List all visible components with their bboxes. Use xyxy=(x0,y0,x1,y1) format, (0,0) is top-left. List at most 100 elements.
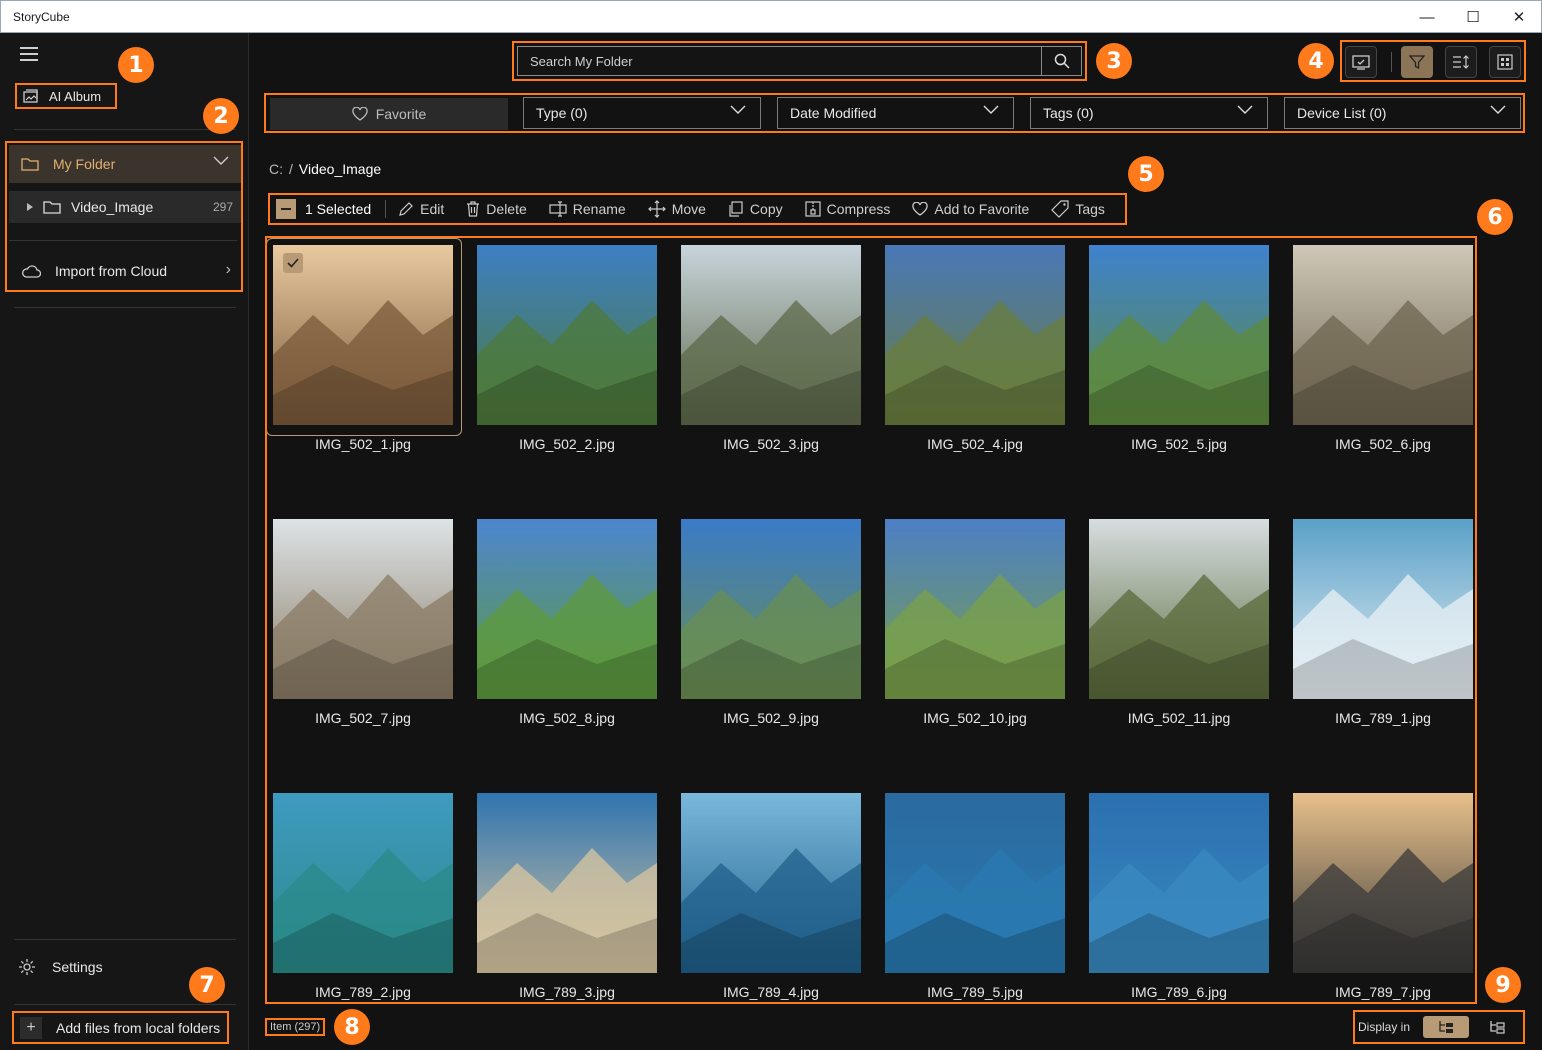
thumbnail-image[interactable] xyxy=(1089,519,1269,699)
chevron-down-icon[interactable] xyxy=(213,156,229,166)
file-thumbnail[interactable]: IMG_502_3.jpg xyxy=(681,245,861,452)
folder-icon xyxy=(21,158,39,171)
thumbnail-image[interactable] xyxy=(885,793,1065,973)
file-thumbnail[interactable]: IMG_789_3.jpg xyxy=(477,793,657,1000)
maximize-button[interactable]: ☐ xyxy=(1450,1,1496,33)
favorite-filter-button[interactable]: Favorite xyxy=(270,98,508,130)
sidebar-divider xyxy=(14,939,236,940)
rename-button[interactable]: Rename xyxy=(549,201,626,217)
file-thumbnail[interactable]: IMG_502_5.jpg xyxy=(1089,245,1269,452)
sidebar-divider xyxy=(14,1004,236,1005)
delete-button[interactable]: Delete xyxy=(466,201,527,217)
select-all-checkbox[interactable] xyxy=(276,199,296,219)
thumbnail-image[interactable] xyxy=(885,245,1065,425)
file-name: IMG_502_5.jpg xyxy=(1131,436,1227,452)
chevron-right-icon: › xyxy=(225,261,231,278)
file-name: IMG_789_2.jpg xyxy=(315,984,411,1000)
thumbnail-image[interactable] xyxy=(273,519,453,699)
display-list-button[interactable] xyxy=(1474,1016,1520,1038)
hamburger-menu-icon[interactable] xyxy=(20,47,38,61)
file-name: IMG_789_3.jpg xyxy=(519,984,615,1000)
compress-button[interactable]: Compress xyxy=(805,201,890,217)
sort-button[interactable] xyxy=(1445,46,1477,78)
expand-arrow-icon[interactable] xyxy=(27,203,33,211)
search-input[interactable] xyxy=(518,53,1038,69)
device-list-dropdown[interactable]: Device List (0) xyxy=(1284,97,1521,129)
file-thumbnail[interactable]: IMG_502_1.jpg xyxy=(267,238,462,452)
chevron-down-icon xyxy=(730,105,746,114)
thumbnail-image[interactable] xyxy=(681,793,861,973)
chevron-down-icon xyxy=(983,105,999,114)
tags-button[interactable]: Tags xyxy=(1051,200,1105,218)
file-thumbnail[interactable]: IMG_502_9.jpg xyxy=(681,519,861,726)
file-thumbnail[interactable]: IMG_502_7.jpg xyxy=(273,519,453,726)
callout-badge-4: 4 xyxy=(1298,43,1334,79)
file-grid: IMG_502_1.jpg IMG_502_2.jpg IMG_502_3.jpg I… xyxy=(265,236,1477,1004)
settings-label: Settings xyxy=(52,959,103,975)
cloud-icon xyxy=(22,265,41,278)
thumbnail-image[interactable] xyxy=(1293,519,1473,699)
filter-button[interactable] xyxy=(1401,46,1433,78)
thumbnail-image[interactable] xyxy=(477,793,657,973)
folder-divider xyxy=(9,240,237,241)
thumbnail-checkbox[interactable] xyxy=(283,253,303,273)
thumbnail-image[interactable] xyxy=(885,519,1065,699)
copy-button[interactable]: Copy xyxy=(728,201,783,217)
search-button[interactable] xyxy=(1041,47,1081,75)
file-thumbnail[interactable]: IMG_789_2.jpg xyxy=(273,793,453,1000)
file-thumbnail[interactable]: IMG_502_10.jpg xyxy=(885,519,1065,726)
chevron-down-icon xyxy=(1490,105,1506,114)
thumbnail-image[interactable] xyxy=(1293,793,1473,973)
file-thumbnail[interactable]: IMG_502_2.jpg xyxy=(477,245,657,452)
file-thumbnail[interactable]: IMG_502_8.jpg xyxy=(477,519,657,726)
display-tree-button[interactable] xyxy=(1423,1016,1469,1038)
file-thumbnail[interactable]: IMG_502_4.jpg xyxy=(885,245,1065,452)
tags-dropdown-label: Tags (0) xyxy=(1043,105,1094,121)
grid-icon xyxy=(1497,54,1513,70)
move-button[interactable]: Move xyxy=(647,200,706,218)
thumbnail-image[interactable] xyxy=(1089,793,1269,973)
tags-dropdown[interactable]: Tags (0) xyxy=(1030,97,1268,129)
add-to-favorite-button[interactable]: Add to Favorite xyxy=(912,201,1029,217)
type-dropdown[interactable]: Type (0) xyxy=(523,97,761,129)
my-folder-header[interactable]: My Folder xyxy=(9,145,241,183)
ai-album-button[interactable]: AI Album xyxy=(15,83,117,109)
file-thumbnail[interactable]: IMG_502_11.jpg xyxy=(1089,519,1269,726)
favorite-filter-label: Favorite xyxy=(375,106,427,122)
breadcrumb-separator: / xyxy=(289,161,293,177)
thumbnail-image[interactable] xyxy=(477,519,657,699)
thumbnail-image[interactable] xyxy=(681,245,861,425)
file-thumbnail[interactable]: IMG_789_1.jpg xyxy=(1293,519,1473,726)
file-thumbnail[interactable]: IMG_789_7.jpg xyxy=(1293,793,1473,1000)
file-thumbnail[interactable]: IMG_789_6.jpg xyxy=(1089,793,1269,1000)
thumbnail-image[interactable] xyxy=(1089,245,1269,425)
date-modified-dropdown[interactable]: Date Modified xyxy=(777,97,1014,129)
file-name: IMG_502_11.jpg xyxy=(1127,710,1231,726)
copy-label: Copy xyxy=(749,201,783,217)
heart-icon xyxy=(352,107,368,121)
breadcrumb-current: Video_Image xyxy=(298,161,382,177)
import-from-cloud-button[interactable]: Import from Cloud › xyxy=(9,255,241,287)
thumbnail-image[interactable] xyxy=(1293,245,1473,425)
close-button[interactable]: ✕ xyxy=(1496,1,1542,33)
thumbnail-image[interactable] xyxy=(477,245,657,425)
thumbnail-image[interactable] xyxy=(681,519,861,699)
ai-analysis-button[interactable] xyxy=(1345,46,1377,78)
view-tools xyxy=(1340,40,1526,82)
add-files-button[interactable]: + Add files from local folders xyxy=(12,1011,229,1044)
gear-icon xyxy=(19,959,35,975)
toolbar-divider xyxy=(385,200,387,218)
breadcrumb-drive[interactable]: C: xyxy=(269,161,283,177)
grid-view-button[interactable] xyxy=(1489,46,1521,78)
minimize-button[interactable]: — xyxy=(1404,1,1450,33)
file-name: IMG_502_6.jpg xyxy=(1335,436,1431,452)
folder-item-video-image[interactable]: Video_Image 297 xyxy=(9,191,241,223)
thumbnail-image[interactable] xyxy=(273,793,453,973)
file-name: IMG_789_7.jpg xyxy=(1335,984,1431,1000)
edit-button[interactable]: Edit xyxy=(398,201,444,217)
settings-button[interactable]: Settings xyxy=(18,958,103,976)
file-thumbnail[interactable]: IMG_789_4.jpg xyxy=(681,793,861,1000)
file-thumbnail[interactable]: IMG_502_6.jpg xyxy=(1293,245,1473,452)
file-thumbnail[interactable]: IMG_789_5.jpg xyxy=(885,793,1065,1000)
file-name: IMG_502_10.jpg xyxy=(923,710,1027,726)
